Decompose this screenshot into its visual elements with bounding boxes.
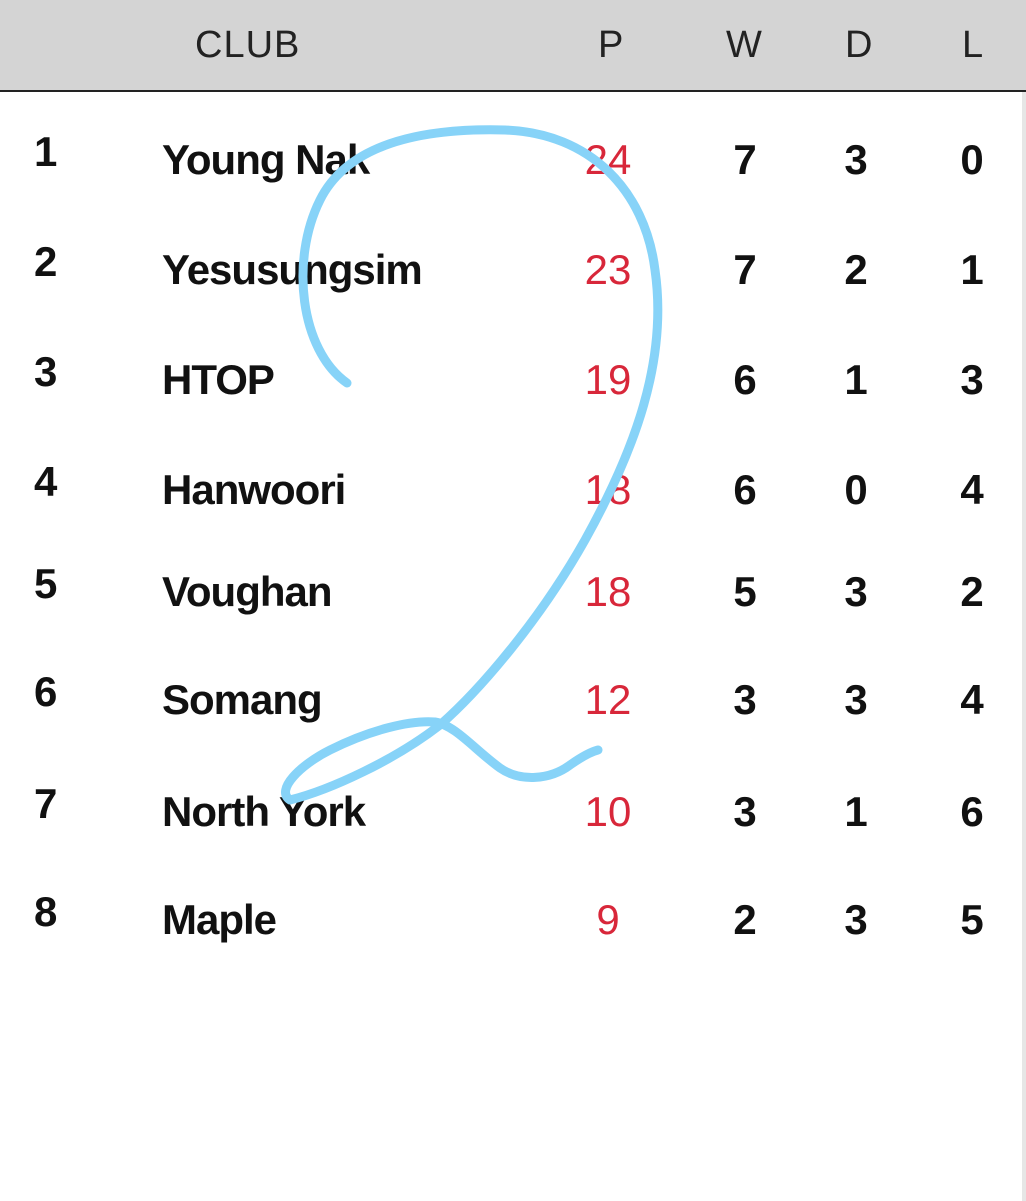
header-draws: D	[845, 24, 874, 66]
table-row[interactable]: 7 North York 10 3 1 6	[0, 780, 1026, 880]
table-row[interactable]: 4 Hanwoori 18 6 0 4	[0, 458, 1026, 558]
table-row[interactable]: 1 Young Nak 24 7 3 0	[0, 128, 1026, 228]
table-row[interactable]: 3 HTOP 19 6 1 3	[0, 348, 1026, 448]
header-points: P	[598, 24, 625, 66]
losses: 1	[960, 246, 984, 293]
table-row[interactable]: 8 Maple 9 2 3 5	[0, 888, 1026, 988]
table-row[interactable]: 5 Voughan 18 5 3 2	[0, 560, 1026, 660]
losses: 0	[960, 136, 984, 183]
losses: 4	[960, 676, 984, 723]
losses: 2	[960, 568, 984, 615]
losses: 6	[960, 788, 984, 835]
losses: 4	[960, 466, 984, 513]
table-header: CLUB P W D L	[0, 0, 1026, 92]
table-row[interactable]: 6 Somang 12 3 3 4	[0, 668, 1026, 768]
standings-page: CLUB P W D L 1 Young Nak 24 7 3 0 2 Yesu…	[0, 0, 1026, 1201]
header-losses: L	[962, 24, 985, 66]
losses: 5	[960, 896, 984, 943]
header-club: CLUB	[195, 24, 301, 66]
header-wins: W	[726, 24, 763, 66]
right-border	[1022, 92, 1026, 1201]
table-row[interactable]: 2 Yesusungsim 23 7 2 1	[0, 238, 1026, 338]
losses: 3	[960, 356, 984, 403]
